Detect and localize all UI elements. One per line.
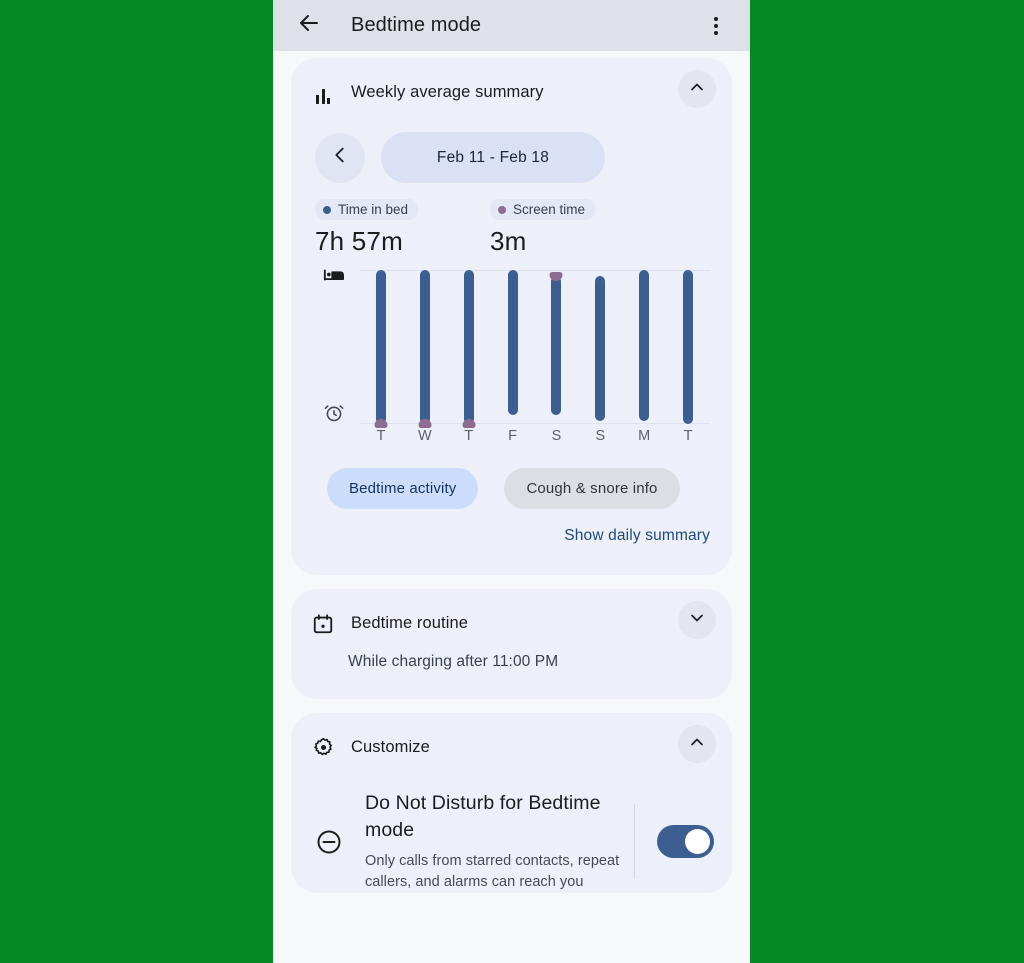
chart-axis-icons [323,264,347,424]
screen-time-marker [374,419,388,428]
customize-header[interactable]: Customize [291,713,732,763]
chevron-down-icon [687,608,707,633]
chart-bar-column[interactable] [585,270,615,424]
summary-stats: Time in bed 7h 57m Screen time 3m [291,183,732,257]
do-not-disturb-toggle[interactable] [657,825,714,858]
chart-bar-column[interactable] [366,270,396,428]
more-vert-icon [714,30,718,35]
app-bar: Bedtime mode [273,0,750,51]
stat-time-in-bed: Time in bed 7h 57m [315,199,490,257]
chart-day-label: M [638,428,651,444]
more-vert-icon [714,23,718,28]
bedtime-routine-title: Bedtime routine [351,613,469,632]
weekly-summary-collapse-button[interactable] [678,70,716,108]
chart-bar-column[interactable] [673,270,703,424]
time-in-bed-bar [507,270,518,415]
legend-time-in-bed: Time in bed [315,199,419,220]
chevron-left-icon [329,144,351,171]
chart-bar-column[interactable] [629,270,659,424]
screen-time-marker [462,419,476,428]
calendar-icon [311,611,335,635]
phone-screen: Bedtime mode Weekly average summary Feb … [273,0,750,963]
time-in-bed-bar [375,270,386,424]
do-not-disturb-icon [315,828,343,856]
time-in-bed-value: 7h 57m [315,226,403,256]
chart-bar-column[interactable] [454,270,484,428]
chevron-up-icon [687,77,707,102]
chip-cough-snore-info[interactable]: Cough & snore info [504,468,680,509]
week-navigation: Feb 11 - Feb 18 [291,104,732,183]
previous-week-button[interactable] [315,132,365,183]
toggle-thumb [685,829,710,854]
do-not-disturb-row[interactable]: Do Not Disturb for Bedtime mode Only cal… [291,759,732,893]
chart-bars [359,270,710,428]
legend-dot [323,205,331,214]
chart-plot-area [359,270,710,428]
sleep-chart: TWTFSSMT [291,264,732,444]
customize-collapse-button[interactable] [678,725,716,763]
page-title: Bedtime mode [351,14,482,36]
chart-day-label: T [464,428,474,444]
time-in-bed-bar [639,270,650,421]
overflow-menu-button[interactable] [698,6,734,46]
time-in-bed-bar [419,270,430,424]
do-not-disturb-title: Do Not Disturb for Bedtime mode [365,792,601,841]
date-range-selector[interactable]: Feb 11 - Feb 18 [381,132,605,183]
screen-time-marker [418,419,432,428]
chart-day-labels: TWTFSSMT [359,428,710,448]
legend-screen-time: Screen time [490,199,596,220]
do-not-disturb-text: Do Not Disturb for Bedtime mode Only cal… [343,790,634,893]
chart-day-label: T [683,428,693,444]
arrow-back-icon [297,11,321,40]
legend-label: Screen time [513,202,586,217]
screen-time-value: 3m [490,226,527,256]
time-in-bed-bar [551,276,562,415]
do-not-disturb-description: Only calls from starred contacts, repeat… [365,853,620,890]
chart-day-label: S [595,428,606,444]
bedtime-routine-expand-button[interactable] [678,601,716,639]
weekly-average-summary-card: Weekly average summary Feb 11 - Feb 18 T… [291,58,732,575]
chevron-up-icon [687,732,707,757]
summary-chips: Bedtime activity Cough & snore info [291,444,732,509]
chart-bar-column[interactable] [541,270,571,424]
back-button[interactable] [289,6,329,46]
alarm-clock-icon [323,402,345,424]
bedtime-routine-card: Bedtime routine While charging after 11:… [291,589,732,699]
chart-day-label: F [508,428,517,444]
time-in-bed-bar [683,270,694,424]
bedtime-routine-header[interactable]: Bedtime routine [291,589,732,639]
legend-dot [498,205,506,214]
chart-day-label: T [376,428,386,444]
chip-bedtime-activity[interactable]: Bedtime activity [327,468,479,509]
chart-day-label: W [417,428,432,444]
customize-card: Customize Do Not Disturb for Bedtime mod… [291,713,732,893]
show-daily-summary-link[interactable]: Show daily summary [291,509,732,575]
time-in-bed-bar [595,276,606,421]
row-divider [634,804,635,879]
chart-bar-column[interactable] [410,270,440,428]
more-vert-icon [714,16,718,21]
stat-screen-time: Screen time 3m [490,199,665,257]
chart-bar-column[interactable] [498,270,528,424]
bedtime-routine-subtitle: While charging after 11:00 PM [348,653,559,670]
weekly-summary-header[interactable]: Weekly average summary [291,58,732,108]
legend-label: Time in bed [338,202,409,217]
gear-icon [311,735,335,759]
weekly-summary-title: Weekly average summary [351,82,544,101]
bed-icon [323,264,345,286]
bar-chart-icon [311,80,335,104]
chart-day-label: S [551,428,562,444]
customize-title: Customize [351,737,430,756]
time-in-bed-bar [463,270,474,424]
